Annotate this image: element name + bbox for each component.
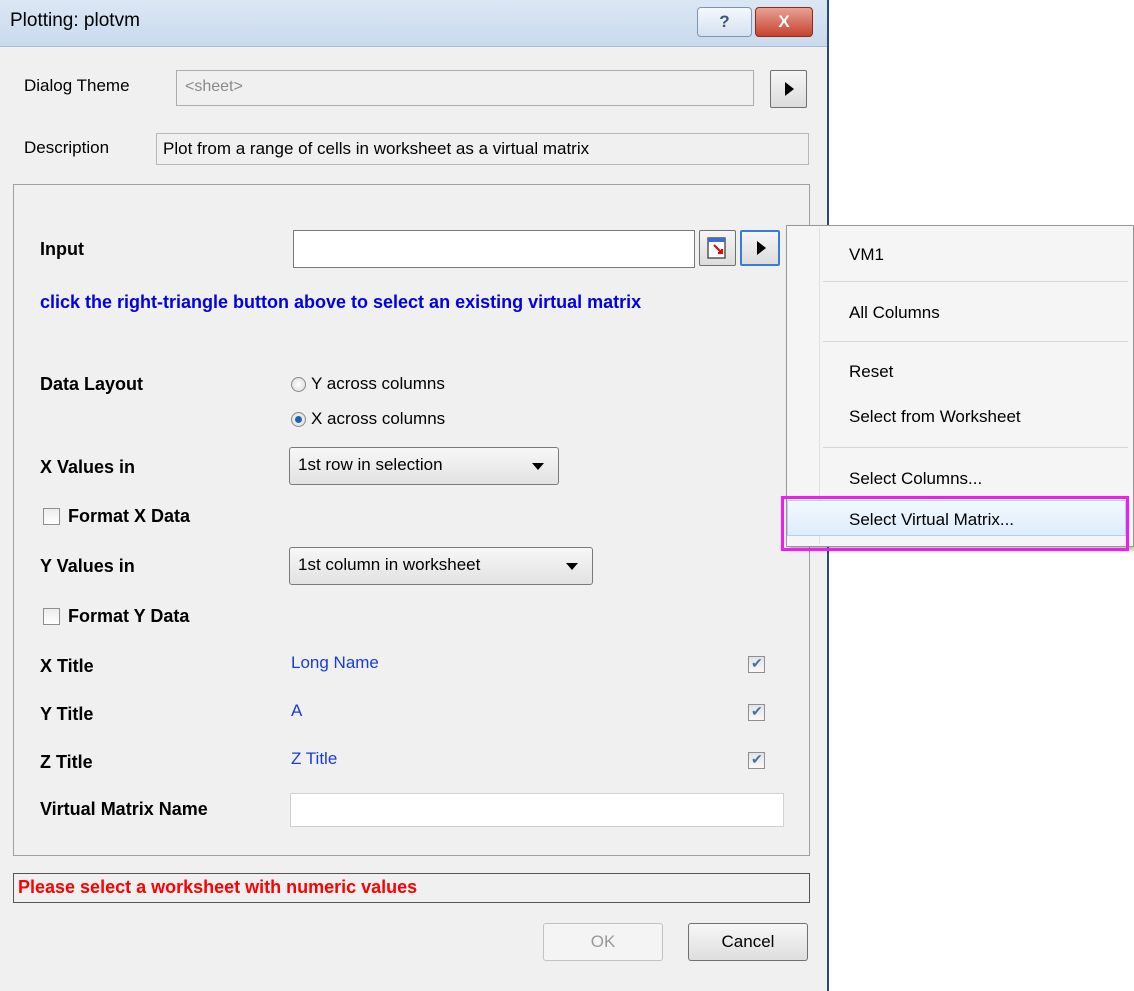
cancel-button[interactable]: Cancel xyxy=(688,923,808,961)
help-button[interactable]: ? xyxy=(697,7,752,37)
y-title-label: Y Title xyxy=(40,704,94,724)
menu-item-select-from-worksheet[interactable]: Select from Worksheet xyxy=(849,407,1021,427)
chevron-down-icon xyxy=(566,563,578,570)
description-label: Description xyxy=(24,138,110,157)
y-values-label: Y Values in xyxy=(40,556,135,576)
x-values-dropdown[interactable]: 1st row in selection xyxy=(289,447,559,485)
description-text: Plot from a range of cells in worksheet … xyxy=(156,133,809,165)
x-values-label: X Values in xyxy=(40,457,136,477)
menu-item-all-columns[interactable]: All Columns xyxy=(849,303,940,323)
menu-separator xyxy=(823,341,1128,342)
menu-item-vm1[interactable]: VM1 xyxy=(849,245,884,265)
window-title: Plotting: plotvm xyxy=(10,10,140,31)
format-y-checkbox[interactable] xyxy=(43,608,60,625)
close-button[interactable]: X xyxy=(755,7,813,37)
format-x-label: Format X Data xyxy=(68,506,191,526)
data-layout-label: Data Layout xyxy=(40,374,144,394)
radio-y-across-columns-label: Y across columns xyxy=(311,374,445,393)
dialog-theme-field[interactable]: <sheet> xyxy=(176,70,754,106)
menu-item-select-columns[interactable]: Select Columns... xyxy=(849,469,982,489)
hint-text: click the right-triangle button above to… xyxy=(40,292,642,312)
x-title-label: X Title xyxy=(40,656,94,676)
y-values-selected: 1st column in worksheet xyxy=(298,555,481,574)
radio-x-across-columns-label: X across columns xyxy=(311,409,446,428)
ok-button[interactable]: OK xyxy=(543,923,663,961)
menu-separator xyxy=(823,447,1128,448)
title-bar: Plotting: plotvm ? X xyxy=(0,0,827,47)
input-field[interactable] xyxy=(293,230,695,268)
x-title-checkbox[interactable] xyxy=(748,655,765,673)
right-triangle-icon xyxy=(757,241,766,255)
z-title-checkbox[interactable] xyxy=(748,751,765,769)
chevron-down-icon xyxy=(532,463,544,470)
z-title-label: Z Title xyxy=(40,752,93,772)
y-title-checkbox[interactable] xyxy=(748,703,765,721)
theme-menu-button[interactable] xyxy=(770,70,807,108)
highlight-annotation-box xyxy=(781,496,1129,551)
vm-name-label: Virtual Matrix Name xyxy=(40,799,208,819)
select-range-button[interactable] xyxy=(699,230,736,266)
menu-separator xyxy=(823,281,1128,282)
input-menu-button[interactable] xyxy=(740,230,780,266)
select-range-icon xyxy=(707,237,726,259)
y-values-dropdown[interactable]: 1st column in worksheet xyxy=(289,547,593,585)
format-y-label: Format Y Data xyxy=(68,606,190,626)
x-values-selected: 1st row in selection xyxy=(298,455,443,474)
input-label: Input xyxy=(40,239,84,259)
dialog-theme-label: Dialog Theme xyxy=(24,76,130,95)
plotvm-dialog: Plotting: plotvm ? X Dialog Theme <sheet… xyxy=(0,0,829,991)
y-title-value[interactable]: A xyxy=(291,701,302,721)
menu-item-reset[interactable]: Reset xyxy=(849,362,893,382)
format-x-checkbox[interactable] xyxy=(43,508,60,525)
x-title-value[interactable]: Long Name xyxy=(291,653,379,673)
z-title-value[interactable]: Z Title xyxy=(291,749,337,769)
radio-x-across-columns[interactable] xyxy=(291,412,306,427)
radio-y-across-columns[interactable] xyxy=(291,377,306,392)
right-triangle-icon xyxy=(785,82,794,96)
vm-name-field[interactable] xyxy=(290,793,784,827)
status-message: Please select a worksheet with numeric v… xyxy=(13,873,810,903)
